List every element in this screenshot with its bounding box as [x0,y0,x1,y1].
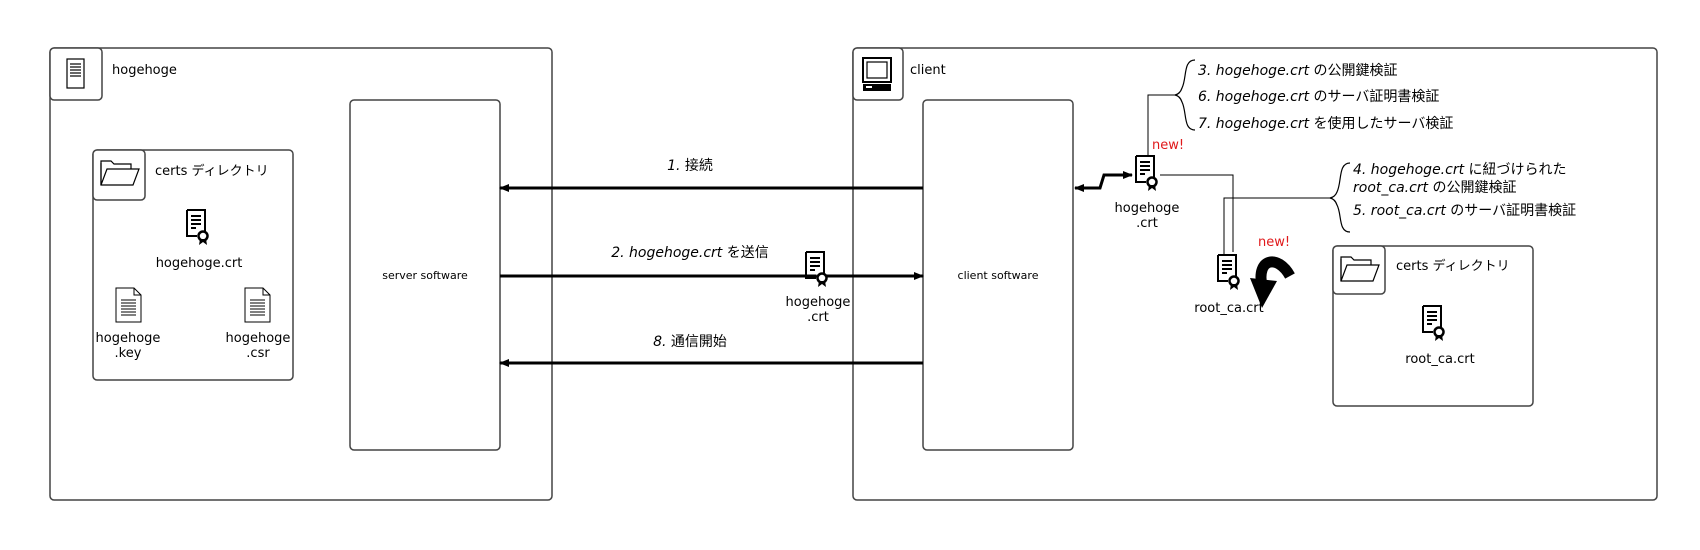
step-3: 3. hogehoge.crt の公開鍵検証 [1198,63,1398,79]
step-4-line1: 4. hogehoge.crt に紐づけられた [1353,162,1567,178]
transit-certificate: hogehoge .crt [786,250,851,325]
server-software-label: server software [382,269,468,282]
client-certs-directory: certs ディレクトリ root_ca.crt [1332,245,1534,407]
root-ca-cert-label: root_ca.crt [1194,301,1263,316]
step-7: 7. hogehoge.crt を使用したサーバ検証 [1198,115,1453,132]
client-title: client [910,63,946,78]
new-badge: new! [1258,235,1290,250]
received-cert-line2: .crt [1136,216,1158,231]
client-software-box: client software [922,99,1074,451]
csr-filename-line1: hogehoge [226,331,291,346]
client-root-cert-filename: root_ca.crt [1405,352,1474,367]
step-6: 6. hogehoge.crt のサーバ証明書検証 [1198,89,1439,105]
client-software-label: client software [958,269,1039,282]
document-icon [115,287,142,323]
new-badge: new! [1152,138,1184,153]
client-certs-label: certs ディレクトリ [1396,258,1510,274]
transit-cert-line2: .crt [807,310,829,325]
csr-filename-line2: .csr [246,346,270,361]
transit-cert-line1: hogehoge [786,295,851,310]
diagram-canvas: hogehoge certs ディレクトリ hogehoge.crt hogeh… [49,47,1658,501]
monitor-icon [862,57,892,91]
server-group: hogehoge certs ディレクトリ hogehoge.crt hogeh… [49,47,553,501]
certificate-icon [804,250,828,289]
received-cert-line1: hogehoge [1115,201,1180,216]
message-send-cert-label: 2. hogehoge.crt を送信 [611,245,769,261]
message-start-label: 8. 通信開始 [653,334,727,350]
message-connect-label: 1. 接続 [667,157,713,174]
server-icon [66,58,85,89]
key-filename-line2: .key [115,346,142,361]
server-certs-directory: certs ディレクトリ hogehoge.crt hogehoge .key … [92,149,294,381]
key-filename-line1: hogehoge [96,331,161,346]
document-icon [244,287,271,323]
server-certs-label: certs ディレクトリ [155,163,269,179]
server-title: hogehoge [112,63,177,78]
step-5: 5. root_ca.crt のサーバ証明書検証 [1353,203,1576,219]
server-software-box: server software [349,99,501,451]
step-4-line2: root_ca.crt の公開鍵検証 [1353,180,1517,196]
server-cert-filename: hogehoge.crt [156,256,243,271]
